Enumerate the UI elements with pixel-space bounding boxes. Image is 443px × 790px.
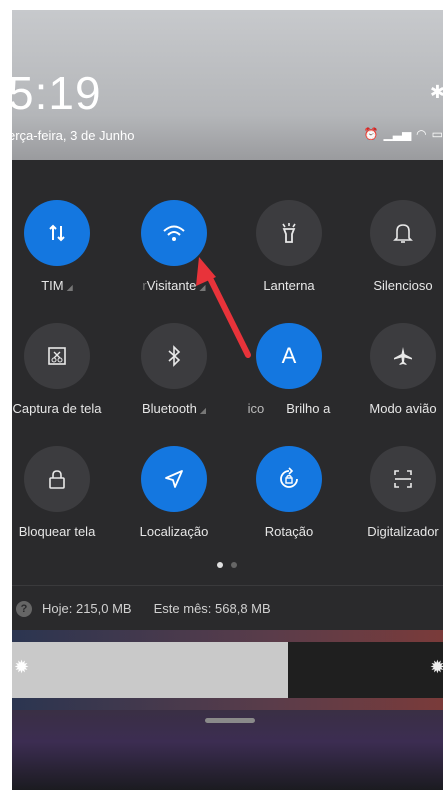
bluetooth-icon[interactable]: [141, 323, 207, 389]
clock[interactable]: 5:19: [12, 66, 102, 120]
tile-flashlight[interactable]: Lanterna: [234, 200, 344, 293]
help-icon[interactable]: ?: [16, 600, 32, 617]
tile-label: Modo avião: [369, 401, 437, 416]
notification-shade: 5:19 erça-feira, 3 de Junho ✱ ⏰ ▁▃▅ ◠ ▭ …: [12, 10, 443, 790]
alarm-icon: ⏰: [363, 127, 379, 141]
wifi-icon[interactable]: [141, 200, 207, 266]
tile-label: Brilho a: [286, 401, 331, 416]
page-indicator: [217, 562, 237, 568]
tile-label: Silencioso: [373, 278, 433, 293]
tile-screenshot[interactable]: Captura de tela: [12, 323, 112, 416]
signal-icon: ▁▃▅: [383, 127, 412, 141]
screenshot-icon[interactable]: [24, 323, 90, 389]
lock-icon[interactable]: [24, 446, 90, 512]
date-label[interactable]: erça-feira, 3 de Junho: [12, 128, 134, 143]
status-header: 5:19 erça-feira, 3 de Junho ✱ ⏰ ▁▃▅ ◠ ▭: [12, 10, 443, 160]
tile-rotation[interactable]: Rotação: [234, 446, 344, 539]
bell-icon[interactable]: [370, 200, 436, 266]
tile-label: Bloquear tela: [18, 524, 96, 539]
tile-auto-brightness[interactable]: A ico Brilho a: [234, 323, 344, 416]
tile-lock-screen[interactable]: Bloquear tela: [12, 446, 112, 539]
brightness-fill[interactable]: [12, 642, 288, 698]
page-dot[interactable]: [231, 562, 237, 568]
mobile-data-icon[interactable]: [24, 200, 90, 266]
tile-label: Digitalizador: [367, 524, 439, 539]
tile-airplane-mode[interactable]: Modo avião: [348, 323, 443, 416]
settings-icon[interactable]: ✱: [430, 82, 443, 103]
tile-silent[interactable]: Silencioso: [348, 200, 443, 293]
tile-mobile-data[interactable]: TIM ◢: [12, 200, 112, 293]
tile-location[interactable]: Localização: [119, 446, 229, 539]
usage-today: Hoje: 215,0 MB: [42, 601, 132, 616]
tile-wifi[interactable]: rVisitante ◢: [119, 200, 229, 293]
rotation-lock-icon[interactable]: [256, 446, 322, 512]
airplane-icon[interactable]: [370, 323, 436, 389]
tile-bluetooth[interactable]: Bluetooth ◢: [119, 323, 229, 416]
tile-label: Localização: [139, 524, 209, 539]
data-usage-bar[interactable]: ? Hoje: 215,0 MB Este mês: 568,8 MB: [12, 585, 443, 631]
tile-label: Captura de tela: [12, 401, 102, 416]
quick-settings-panel: TIM ◢ rVisitante ◢ Lanterna Silencioso C…: [12, 160, 443, 630]
tile-label: Lanterna: [263, 278, 315, 293]
tile-label: Bluetooth: [141, 401, 197, 416]
brightness-slider[interactable]: ✹ ✹: [12, 630, 443, 710]
flashlight-icon[interactable]: [256, 200, 322, 266]
tile-label: TIM: [41, 278, 64, 293]
status-icons: ⏰ ▁▃▅ ◠ ▭: [364, 127, 443, 141]
tile-scanner[interactable]: Digitalizador: [348, 446, 443, 539]
location-icon[interactable]: [141, 446, 207, 512]
brightness-track[interactable]: [288, 642, 443, 698]
battery-icon: ▭: [431, 127, 443, 141]
tile-label: Rotação: [264, 524, 314, 539]
wallpaper-background: [12, 710, 443, 790]
tile-label: Visitante: [146, 278, 197, 293]
brightness-low-icon: ✹: [14, 657, 30, 677]
page-dot[interactable]: [217, 562, 223, 568]
drag-handle[interactable]: [205, 718, 255, 723]
wifi-icon: ◠: [416, 127, 427, 141]
brightness-high-icon: ✹: [429, 657, 443, 677]
usage-month: Este mês: 568,8 MB: [153, 601, 271, 616]
auto-brightness-icon[interactable]: A: [256, 323, 322, 389]
scanner-icon[interactable]: [370, 446, 436, 512]
